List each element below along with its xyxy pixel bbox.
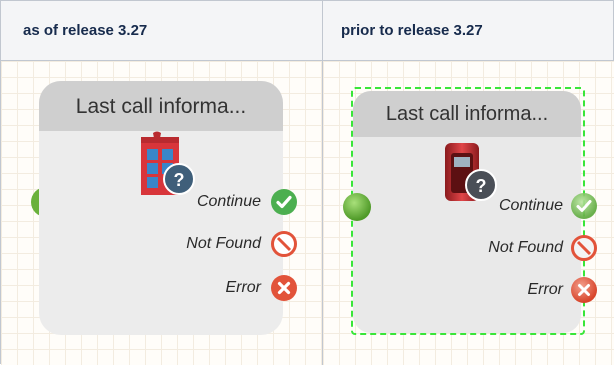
port-not-found-label: Not Found bbox=[186, 235, 261, 252]
node-title: Last call informa... bbox=[39, 81, 283, 131]
prohibited-icon[interactable] bbox=[271, 231, 297, 257]
header-prior-release: prior to release 3.27 bbox=[341, 22, 483, 39]
port-error-label: Error bbox=[225, 279, 261, 296]
input-connector[interactable] bbox=[343, 193, 371, 221]
checkmark-circle-icon[interactable] bbox=[271, 189, 297, 215]
port-continue-label: Continue bbox=[498, 197, 563, 214]
port-error-label: Error bbox=[527, 281, 563, 298]
x-circle-icon[interactable] bbox=[271, 275, 297, 301]
checkmark-circle-icon[interactable] bbox=[571, 193, 597, 219]
x-circle-icon[interactable] bbox=[571, 277, 597, 303]
table-header-row: as of release 3.27 prior to release 3.27 bbox=[1, 1, 613, 61]
phone-booth-question-icon: ? bbox=[141, 131, 195, 195]
svg-text:?: ? bbox=[174, 170, 185, 190]
prohibited-icon[interactable] bbox=[571, 235, 597, 261]
cell-new-style: Last call informa... ? Continue Not Foun… bbox=[1, 61, 322, 365]
port-continue-label: Continue bbox=[196, 193, 261, 210]
cell-old-style: Last call informa... ? Continue Not Foun… bbox=[323, 61, 614, 365]
header-current-release: as of release 3.27 bbox=[23, 22, 148, 39]
port-not-found-label: Not Found bbox=[488, 239, 563, 256]
comparison-table: as of release 3.27 prior to release 3.27… bbox=[0, 0, 614, 365]
